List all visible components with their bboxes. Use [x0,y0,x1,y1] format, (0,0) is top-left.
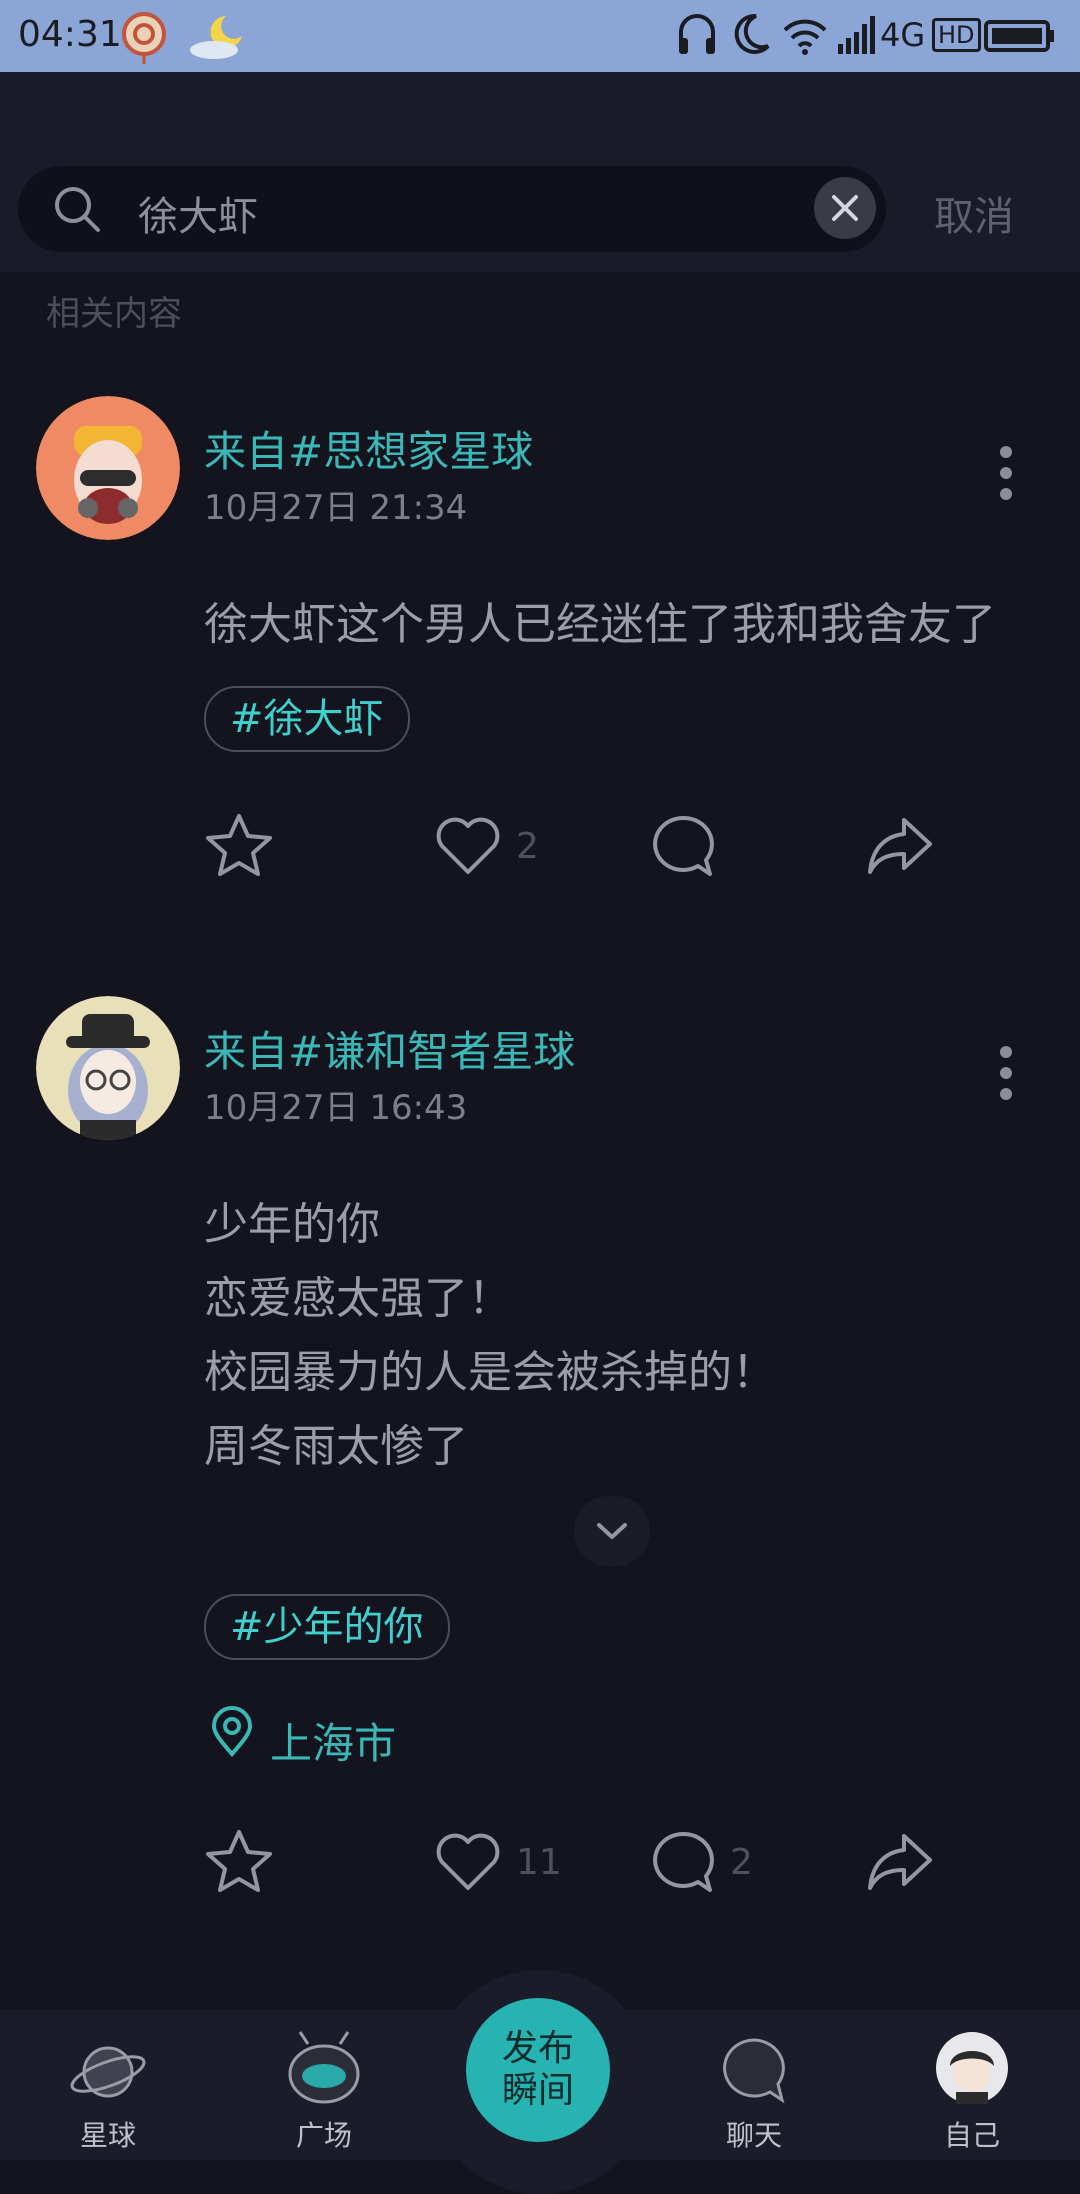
search-query: 徐大虾 [138,194,258,240]
clear-search-button[interactable] [814,177,876,239]
star-icon[interactable] [204,1828,274,1894]
location-icon [211,1706,253,1758]
topic-tag[interactable]: #少年的你 [204,1594,450,1660]
comment-icon[interactable] [652,1830,716,1894]
expand-button[interactable] [574,1496,650,1566]
hd-badge: HD [932,18,981,52]
avatar[interactable] [36,996,180,1140]
comment-count: 2 [730,1842,753,1883]
status-bar: 04:31 4G HD [0,0,1080,72]
search-icon [55,187,100,232]
location-label[interactable]: 上海市 [270,1710,396,1771]
profile-avatar-icon [936,2032,1008,2104]
tab-planet[interactable]: 星球 [48,2010,168,2160]
like-count: 2 [516,826,539,867]
notification-icon [122,12,166,64]
status-time: 04:31 [18,14,122,55]
comment-icon[interactable] [652,814,716,878]
battery-icon [984,20,1054,52]
tab-label: 广场 [295,2119,352,2152]
planet-source[interactable]: 来自#谦和智者星球 [204,1018,575,1079]
publish-moment-button[interactable]: 发布 瞬间 [466,1998,610,2142]
planet-icon [70,2046,146,2098]
post-date: 10月27日 21:34 [204,488,468,528]
tab-chat[interactable]: 聊天 [694,2010,814,2160]
more-options-icon[interactable] [1000,446,1014,509]
wifi-icon [783,19,827,55]
share-icon[interactable] [866,814,934,876]
section-label: 相关内容 [46,294,182,334]
cancel-button[interactable]: 取消 [934,184,1014,242]
search-input[interactable]: 徐大虾 [18,166,886,252]
topic-tag[interactable]: #徐大虾 [204,686,410,752]
like-icon[interactable] [434,1830,502,1892]
weather-icon [190,16,242,59]
chat-icon [723,2038,785,2104]
more-options-icon[interactable] [1000,1046,1014,1109]
tab-label: 聊天 [725,2119,782,2152]
headset-icon [679,14,715,54]
like-icon[interactable] [434,814,502,876]
post-text: 徐大虾这个男人已经迷住了我和我舍友了 [204,599,996,650]
moon-icon [734,13,770,54]
publish-label-line2: 瞬间 [501,2070,574,2111]
square-icon [288,2031,360,2104]
signal-icon [838,16,875,54]
close-icon [832,195,858,221]
post-text-line: 少年的你 [204,1199,380,1250]
tab-label: 星球 [79,2119,136,2152]
tab-label: 自己 [943,2119,1000,2152]
network-type: 4G [880,16,926,54]
like-count: 11 [516,1842,562,1883]
planet-source[interactable]: 来自#思想家星球 [204,418,533,479]
tab-square[interactable]: 广场 [264,2010,384,2160]
post-text-line: 校园暴力的人是会被杀掉的！ [204,1347,776,1398]
tab-me[interactable]: 自己 [912,2010,1032,2160]
post-date: 10月27日 16:43 [204,1088,468,1128]
post-text-line: 周冬雨太惨了 [204,1421,468,1472]
share-icon[interactable] [866,1830,934,1892]
publish-label-line1: 发布 [501,2028,574,2069]
chevron-down-icon [597,1523,627,1539]
post-text-line: 恋爱感太强了！ [204,1273,512,1324]
star-icon[interactable] [204,812,274,878]
avatar[interactable] [36,396,180,540]
